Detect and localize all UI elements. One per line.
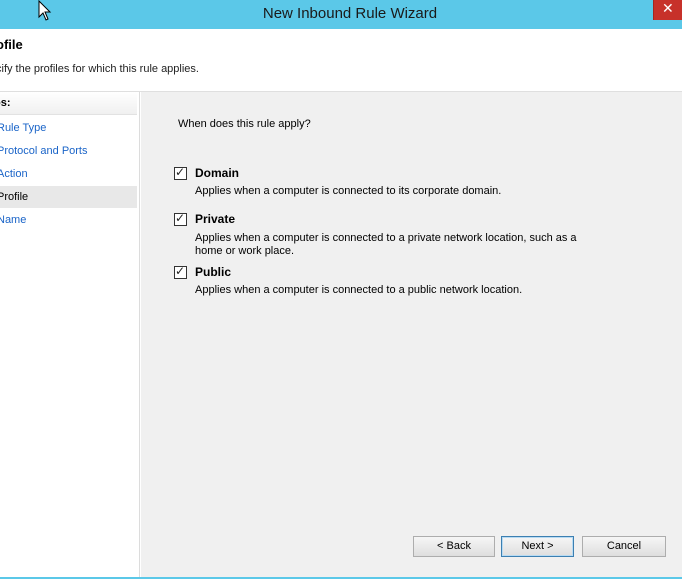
step-action[interactable]: Action	[0, 163, 137, 185]
checkmark-icon: ✓	[175, 211, 186, 225]
steps-heading: os:	[0, 92, 137, 115]
steps-pane: os: Rule Type Protocol and Ports Action …	[0, 92, 140, 579]
wizard-header: ofile cify the profiles for which this r…	[0, 29, 682, 92]
private-checkbox[interactable]: ✓	[174, 211, 187, 226]
step-label: Rule Type	[0, 122, 47, 134]
domain-checkbox[interactable]: ✓	[174, 165, 187, 180]
private-label[interactable]: Private	[195, 212, 235, 226]
step-name[interactable]: Name	[0, 209, 137, 231]
public-checkbox[interactable]: ✓	[174, 264, 187, 279]
step-label: Profile	[0, 191, 29, 203]
next-button[interactable]: Next >	[501, 536, 574, 557]
question-text: When does this rule apply?	[178, 118, 311, 130]
step-profile[interactable]: Profile	[0, 186, 137, 208]
step-protocol-and-ports[interactable]: Protocol and Ports	[0, 140, 137, 162]
back-button[interactable]: < Back	[413, 536, 495, 557]
step-label: Action	[0, 168, 28, 180]
domain-description: Applies when a computer is connected to …	[195, 185, 502, 197]
step-rule-type[interactable]: Rule Type	[0, 117, 137, 139]
close-button[interactable]: ✕	[653, 0, 682, 20]
window-title: New Inbound Rule Wizard	[262, 5, 438, 22]
mouse-cursor-icon	[38, 0, 52, 21]
checkmark-icon: ✓	[175, 165, 186, 179]
domain-label[interactable]: Domain	[195, 166, 239, 180]
public-description: Applies when a computer is connected to …	[195, 284, 523, 296]
close-icon: ✕	[662, 1, 674, 17]
page-title: ofile	[0, 37, 23, 52]
checkmark-icon: ✓	[175, 264, 186, 278]
step-label: Protocol and Ports	[0, 145, 88, 157]
content-pane: When does this rule apply? ✓ Domain Appl…	[141, 92, 682, 579]
steps-heading-label: os:	[0, 97, 11, 109]
cancel-button[interactable]: Cancel	[582, 536, 666, 557]
public-label[interactable]: Public	[195, 265, 231, 279]
page-subtitle: cify the profiles for which this rule ap…	[0, 63, 199, 75]
title-bar[interactable]: New Inbound Rule Wizard ✕	[0, 0, 682, 29]
private-description: Applies when a computer is connected to …	[195, 232, 577, 257]
step-label: Name	[0, 214, 27, 226]
